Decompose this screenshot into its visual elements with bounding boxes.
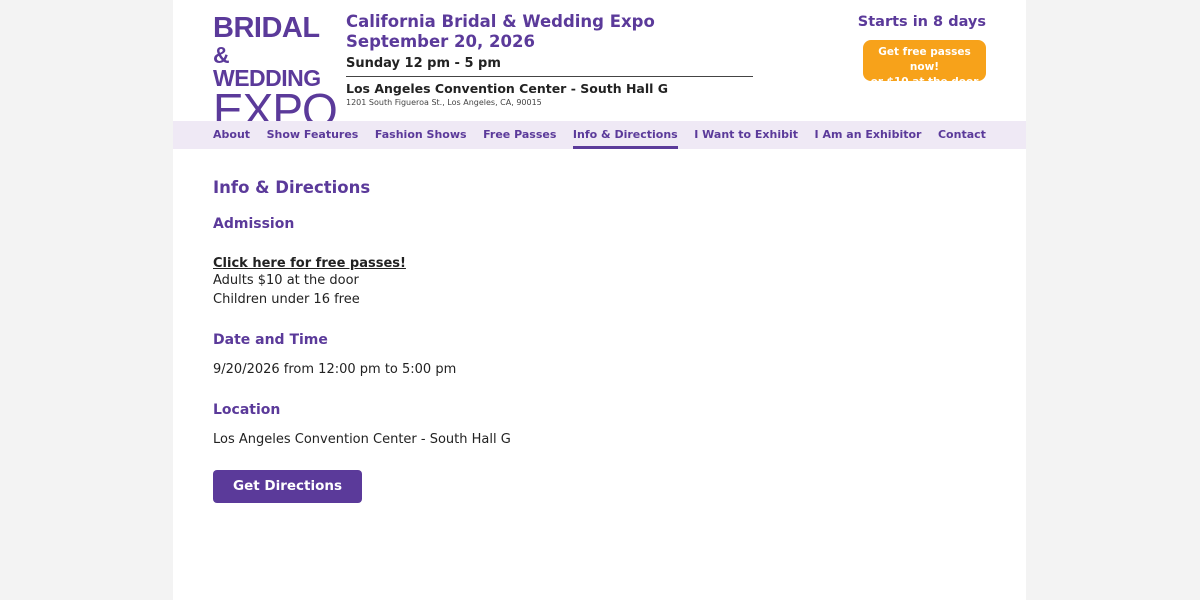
location-text: Los Angeles Convention Center - South Ha…	[213, 432, 511, 447]
location-heading: Location	[213, 402, 281, 418]
event-info: California Bridal & Wedding Expo Septemb…	[346, 12, 753, 107]
header-divider	[346, 76, 753, 77]
free-passes-link[interactable]: Click here for free passes!	[213, 256, 406, 271]
page-title: Info & Directions	[213, 178, 371, 197]
event-address: 1201 South Figueroa St., Los Angeles, CA…	[346, 98, 542, 107]
nav-item-free-passes[interactable]: Free Passes	[483, 121, 556, 149]
nav-item-show-features[interactable]: Show Features	[267, 121, 359, 149]
main-nav: About Show Features Fashion Shows Free P…	[173, 121, 1026, 149]
page-container: BRIDAL & WEDDING EXPO California Bridal …	[173, 0, 1026, 600]
cta-line-2: or $10 at the door	[870, 76, 979, 88]
main-content: Info & Directions Admission Click here f…	[213, 178, 973, 503]
admission-children: Children under 16 free	[213, 292, 360, 307]
admission-heading: Admission	[213, 216, 295, 232]
admission-adults: Adults $10 at the door	[213, 273, 359, 288]
logo-line-bridal: BRIDAL	[213, 12, 320, 44]
nav-item-fashion-shows[interactable]: Fashion Shows	[375, 121, 467, 149]
countdown: Starts in 8 days	[857, 14, 986, 30]
nav-item-info-directions[interactable]: Info & Directions	[572, 121, 678, 149]
event-name: California Bridal & Wedding Expo	[346, 12, 655, 31]
free-passes-cta-button[interactable]: Get free passes now! or $10 at the door	[863, 40, 986, 88]
datetime-heading: Date and Time	[213, 332, 328, 348]
free-passes-link-wrap: Click here for free passes!	[213, 252, 973, 271]
event-date: September 20, 2026	[346, 32, 535, 51]
nav-item-about[interactable]: About	[213, 121, 250, 149]
datetime-text: 9/20/2026 from 12:00 pm to 5:00 pm	[213, 362, 457, 377]
event-venue: Los Angeles Convention Center - South Ha…	[346, 81, 669, 96]
get-directions-button[interactable]: Get Directions	[213, 470, 363, 503]
expo-logo[interactable]: BRIDAL & WEDDING EXPO	[213, 12, 338, 134]
event-hours: Sunday 12 pm - 5 pm	[346, 56, 501, 71]
nav-item-exhibit[interactable]: I Want to Exhibit	[694, 121, 798, 149]
nav-item-contact[interactable]: Contact	[938, 121, 986, 149]
nav-item-exhibitor[interactable]: I Am an Exhibitor	[815, 121, 922, 149]
cta-line-1: Get free passes now!	[878, 46, 971, 73]
